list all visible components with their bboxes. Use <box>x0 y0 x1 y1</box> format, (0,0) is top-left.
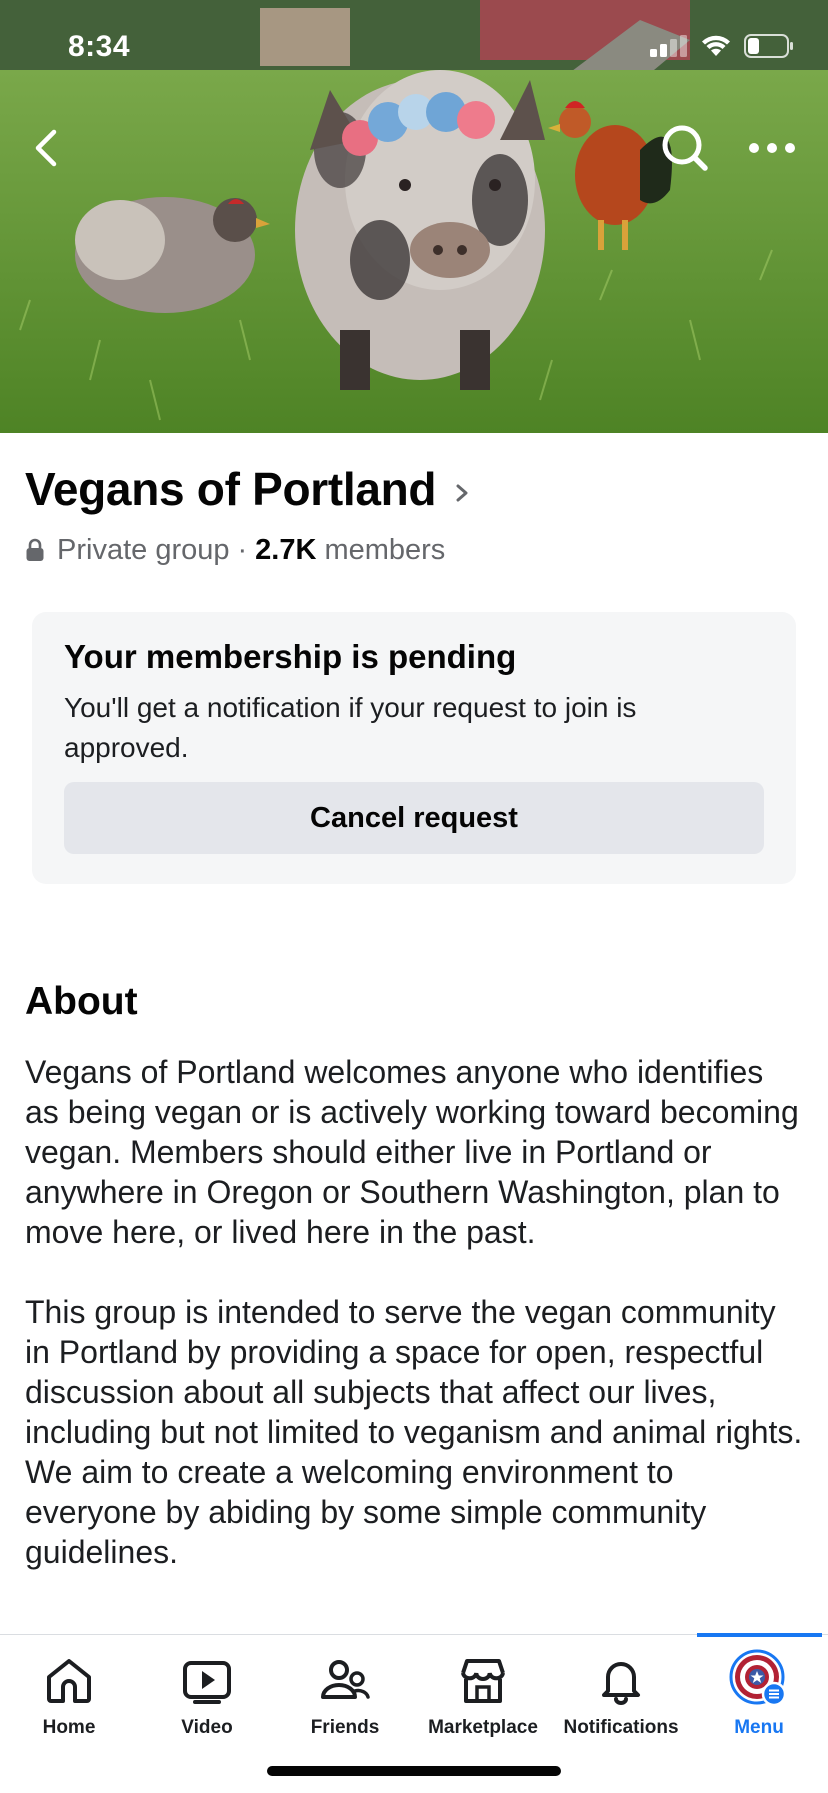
cancel-request-button[interactable]: Cancel request <box>64 782 764 854</box>
back-button[interactable] <box>28 120 68 176</box>
tab-label: Video <box>181 1717 233 1738</box>
more-options-button[interactable] <box>744 128 800 168</box>
cover-photo: 8:34 <box>0 0 828 433</box>
home-icon <box>47 1659 91 1703</box>
chevron-left-icon <box>35 129 57 167</box>
lock-icon <box>26 538 44 561</box>
about-paragraph: This group is intended to serve the vega… <box>25 1294 803 1570</box>
tab-label: Menu <box>734 1717 784 1738</box>
membership-pending-card: Your membership is pending You'll get a … <box>32 612 796 884</box>
bell-icon <box>602 1662 640 1705</box>
tab-label: Friends <box>310 1717 380 1738</box>
group-meta: Private group · 2.7K members <box>25 534 445 567</box>
group-title-link[interactable]: Vegans of Portland <box>25 462 470 516</box>
tab-menu[interactable]: Menu <box>690 1635 828 1757</box>
friends-icon <box>321 1660 370 1699</box>
wifi-icon <box>702 35 730 56</box>
group-title: Vegans of Portland <box>25 463 437 515</box>
tab-notifications[interactable]: Notifications <box>552 1635 690 1757</box>
tab-label: Home <box>42 1717 96 1738</box>
chevron-right-icon <box>456 484 468 502</box>
group-privacy: Private group <box>57 534 230 566</box>
video-icon <box>183 1661 231 1704</box>
member-label: members <box>324 534 446 566</box>
about-body: Vegans of Portland welcomes anyone who i… <box>25 1052 805 1572</box>
tab-label: Marketplace <box>428 1717 538 1738</box>
battery-icon <box>744 34 793 58</box>
home-indicator <box>267 1766 561 1776</box>
search-button[interactable] <box>658 120 712 176</box>
member-count: 2.7K <box>255 534 317 566</box>
tab-video[interactable]: Video <box>138 1635 276 1757</box>
about-heading: About <box>25 980 138 1023</box>
search-icon <box>662 125 708 171</box>
tab-home[interactable]: Home <box>0 1635 138 1757</box>
tab-label: Notifications <box>563 1717 679 1738</box>
more-icon <box>749 143 795 153</box>
about-paragraph: Vegans of Portland welcomes anyone who i… <box>25 1054 799 1250</box>
marketplace-icon <box>461 1659 505 1703</box>
cover-photo-image <box>0 0 828 433</box>
status-time: 8:34 <box>68 30 131 63</box>
status-icons <box>650 34 794 58</box>
signal-icon <box>650 35 687 57</box>
tab-marketplace[interactable]: Marketplace <box>414 1635 552 1757</box>
profile-avatar-icon <box>729 1649 787 1707</box>
meta-separator: · <box>237 534 248 566</box>
pending-description: You'll get a notification if your reques… <box>64 692 637 763</box>
tab-friends[interactable]: Friends <box>276 1635 414 1757</box>
pending-title: Your membership is pending <box>64 638 517 675</box>
